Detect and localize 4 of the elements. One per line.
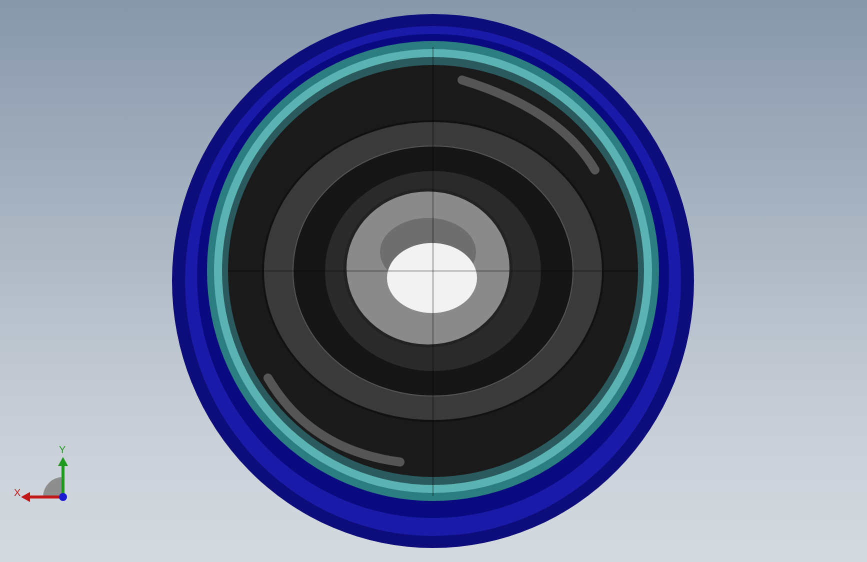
plane-icon bbox=[43, 477, 63, 497]
axis-label: Y bbox=[59, 445, 66, 456]
axis-label: X bbox=[14, 488, 21, 499]
origin-icon bbox=[59, 493, 67, 501]
